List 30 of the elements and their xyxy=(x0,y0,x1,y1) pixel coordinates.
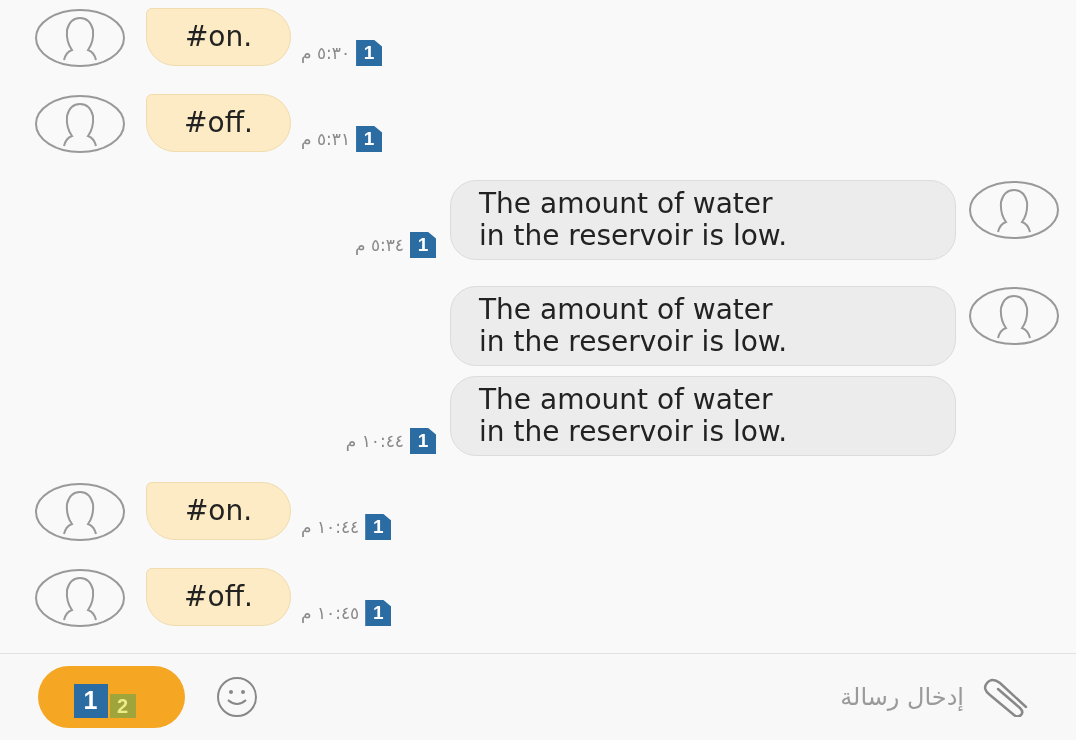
message-time: ١٠:٤٥ م xyxy=(301,601,360,625)
avatar-icon xyxy=(34,482,126,542)
avatar-icon xyxy=(34,94,126,154)
avatar-icon xyxy=(968,180,1060,240)
message-time: ١٠:٤٤ م xyxy=(345,429,404,453)
avatar-icon xyxy=(34,568,126,628)
message-bubble: The amount of water in the reservoir is low. xyxy=(450,180,956,260)
message-field[interactable]: إدخال رسالة xyxy=(279,672,964,722)
message-time: ٥:٣٤ م xyxy=(354,233,404,257)
sim-badge: 1 xyxy=(356,126,383,152)
message-time: ١٠:٤٤ م xyxy=(301,515,360,539)
sim-badge: 2 xyxy=(109,694,136,718)
avatar-icon xyxy=(34,8,126,68)
message-bubble: #on. xyxy=(146,482,291,540)
sim-badge: 1 xyxy=(365,600,392,626)
message-bubble: The amount of water in the reservoir is low. xyxy=(450,376,956,456)
sim-badge: 1 xyxy=(356,40,383,66)
message-bubble: #off. xyxy=(146,94,291,152)
message-time: ٥:٣١ م xyxy=(301,127,351,151)
sim-badge: 1 xyxy=(73,684,108,718)
avatar-icon xyxy=(968,286,1060,346)
sim-badge: 1 xyxy=(365,514,392,540)
sim-badge: 1 xyxy=(410,232,436,258)
send-button[interactable]: 1 2 xyxy=(38,666,185,728)
message-bubble: #on. xyxy=(146,8,291,66)
emoji-icon[interactable] xyxy=(215,675,259,719)
message-bubble: #off. xyxy=(146,568,291,626)
message-bubble: The amount of water in the reservoir is low. xyxy=(450,286,956,366)
message-time: ٥:٣٠ م xyxy=(301,41,351,65)
sim-badge: 1 xyxy=(410,428,436,454)
